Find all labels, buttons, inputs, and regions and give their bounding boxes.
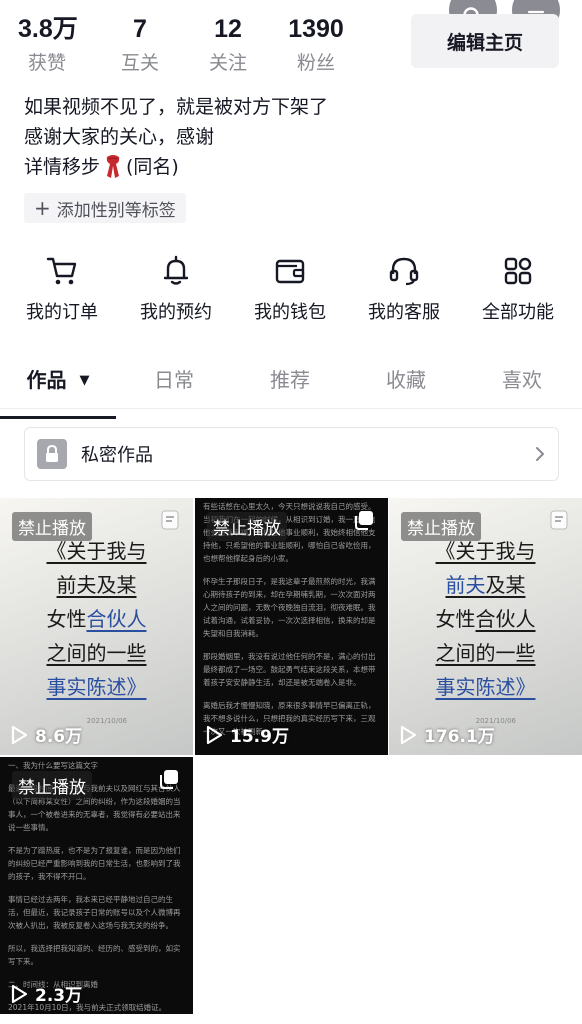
- cover-span: 合伙人: [475, 607, 536, 631]
- bio-line: 感谢大家的关心，感谢: [24, 126, 215, 148]
- note-icon: [161, 510, 179, 534]
- video-thumbnail[interactable]: 一、我为什么要写这篇文字 最近一段时间，关于我与我前夫以及网红与其合伙人（以下简…: [0, 757, 193, 1014]
- quick-label: 我的预约: [140, 302, 212, 323]
- stat-value: 1390: [288, 15, 344, 43]
- video-thumbnail[interactable]: 《关于我与 前夫及某 女性合伙人 之间的一些 事实陈述》 2021/10/06 …: [389, 498, 582, 755]
- red-scarf-emoji: [106, 155, 120, 178]
- tab-divider: [0, 408, 582, 409]
- view-count-value: 176.1万: [424, 727, 495, 747]
- stat-label: 粉丝: [296, 52, 335, 74]
- quick-wallet[interactable]: 我的钱包: [233, 252, 347, 324]
- cover-span: 前夫: [445, 573, 486, 597]
- chevron-right-icon: [536, 447, 544, 461]
- tab-daily[interactable]: 日常: [116, 362, 232, 410]
- plus-icon: +: [34, 196, 51, 220]
- play-icon: [11, 725, 28, 744]
- stat-likes[interactable]: 3.8万 获赞: [18, 14, 96, 75]
- tab-works[interactable]: 作品 ▼: [0, 362, 116, 419]
- profile-tabs: 作品 ▼ 日常 推荐 收藏 喜欢: [0, 362, 582, 419]
- view-count: 176.1万: [399, 722, 495, 747]
- quick-label: 我的客服: [368, 302, 440, 323]
- quick-all-functions[interactable]: 全部功能: [461, 252, 575, 324]
- cover-line: 女性合伙人: [389, 602, 582, 636]
- lock-icon: [37, 439, 67, 469]
- cover-line: 之间的一些: [46, 641, 147, 665]
- cover-date: 2021/10/06: [86, 717, 127, 725]
- cover-span: 女性: [435, 607, 476, 631]
- headset-icon: [389, 257, 419, 286]
- view-count-value: 8.6万: [35, 727, 83, 747]
- stat-label: 获赞: [28, 52, 67, 74]
- view-count-value: 2.3万: [35, 986, 83, 1006]
- tab-favorites[interactable]: 收藏: [348, 362, 464, 410]
- bio-text: (同名): [126, 156, 179, 178]
- profile-stats: 3.8万 获赞 7 互关 12 关注 1390 粉丝: [18, 14, 360, 75]
- multi-image-icon: [159, 769, 179, 793]
- bell-icon: [163, 255, 189, 285]
- profile-bio: 如果视频不见了，就是被对方下架了 感谢大家的关心，感谢 详情移步 (同名): [24, 92, 328, 182]
- cover-line: 之间的一些: [435, 641, 536, 665]
- add-tag-label: 添加性别等标签: [56, 200, 176, 221]
- stat-value: 3.8万: [18, 15, 78, 43]
- quick-label: 我的钱包: [254, 302, 326, 323]
- cover-paragraph: 怀孕生子那段日子，是我这辈子最煎熬的时光，我满心期待孩子的到来，却在孕期哺乳期，…: [203, 577, 376, 638]
- note-icon: [550, 510, 568, 534]
- multi-image-icon: [354, 510, 374, 534]
- stat-label: 互关: [120, 52, 159, 74]
- blocked-badge: 禁止播放: [12, 512, 92, 541]
- wallet-icon: [275, 259, 305, 284]
- cover-text: 《关于我与 前夫及某 女性合伙人 之间的一些 事实陈述》: [389, 534, 582, 704]
- video-thumbnail[interactable]: 《关于我与 前夫及某 女性合伙人 之间的一些 事实陈述》 2021/10/06 …: [0, 498, 193, 755]
- tab-label: 作品: [26, 368, 67, 392]
- play-icon: [11, 984, 28, 1003]
- cover-text: 《关于我与 前夫及某 女性合伙人 之间的一些 事实陈述》: [0, 534, 193, 704]
- stat-mutual[interactable]: 7 互关: [96, 14, 184, 75]
- stat-followers[interactable]: 1390 粉丝: [272, 14, 360, 75]
- view-count: 2.3万: [10, 981, 82, 1006]
- cover-line: 前夫及某: [56, 573, 137, 597]
- play-icon: [206, 725, 223, 744]
- apps-icon: [504, 257, 532, 285]
- private-works-row[interactable]: 私密作品: [24, 427, 559, 481]
- bio-line: 详情移步 (同名): [24, 152, 328, 182]
- stat-value: 12: [214, 15, 242, 43]
- view-count: 15.9万: [205, 722, 289, 747]
- cover-paragraph: 所以，我选择把我知道的、经历的、感受到的，如实写下来。: [8, 944, 181, 966]
- blocked-badge: 禁止播放: [401, 512, 481, 541]
- cover-paragraph: 那段婚姻里，我没有说过他任何的不是，满心的付出最终都成了一场空。鼓起勇气结束这段…: [203, 652, 376, 687]
- cover-span: 女性: [46, 607, 87, 631]
- quick-label: 我的订单: [26, 302, 98, 323]
- view-count-value: 15.9万: [230, 727, 289, 747]
- cover-line: 女性合伙人: [0, 602, 193, 636]
- cover-paragraph: 不是为了蹭热度，也不是为了报复谁，而是因为他们的纠纷已经严重影响到我的日常生活，…: [8, 846, 181, 881]
- cover-paragraph: 事情已经过去两年，我本来已经平静地过自己的生活，但最近，我记录孩子日常的账号以及…: [8, 895, 181, 930]
- video-thumbnail[interactable]: 有些话憋在心里太久，今天只想说说我自己的感受。当初我们在一起的时候，从相识到订婚…: [195, 498, 388, 755]
- cover-line: 事实陈述》: [435, 675, 536, 699]
- quick-orders[interactable]: 我的订单: [5, 252, 119, 324]
- quick-actions: 我的订单 我的预约 我的钱包 我的客服 全部功能: [0, 252, 582, 324]
- tab-likes[interactable]: 喜欢: [464, 362, 580, 410]
- dropdown-caret-icon: ▼: [79, 373, 90, 388]
- cover-line: 前夫及某: [389, 568, 582, 602]
- bio-line: 如果视频不见了，就是被对方下架了: [24, 96, 329, 118]
- cart-icon: [46, 257, 77, 285]
- bio-text: 详情移步: [24, 156, 101, 178]
- blocked-badge: 禁止播放: [12, 771, 92, 800]
- blocked-badge: 禁止播放: [207, 512, 287, 541]
- tab-recommended[interactable]: 推荐: [232, 362, 348, 410]
- quick-label: 全部功能: [482, 302, 554, 323]
- stat-label: 关注: [208, 52, 247, 74]
- quick-reservations[interactable]: 我的预约: [119, 252, 233, 324]
- stat-value: 7: [133, 15, 147, 43]
- cover-line: 事实陈述》: [46, 675, 147, 699]
- add-tag-chip[interactable]: + 添加性别等标签: [24, 193, 186, 223]
- private-works-label: 私密作品: [81, 445, 153, 466]
- quick-service[interactable]: 我的客服: [347, 252, 461, 324]
- play-icon: [400, 725, 417, 744]
- edit-profile-button[interactable]: 编辑主页: [411, 14, 559, 68]
- cover-span: 合伙人: [86, 607, 147, 631]
- view-count: 8.6万: [10, 722, 82, 747]
- cover-span: 及某: [485, 573, 526, 597]
- stat-following[interactable]: 12 关注: [184, 14, 272, 75]
